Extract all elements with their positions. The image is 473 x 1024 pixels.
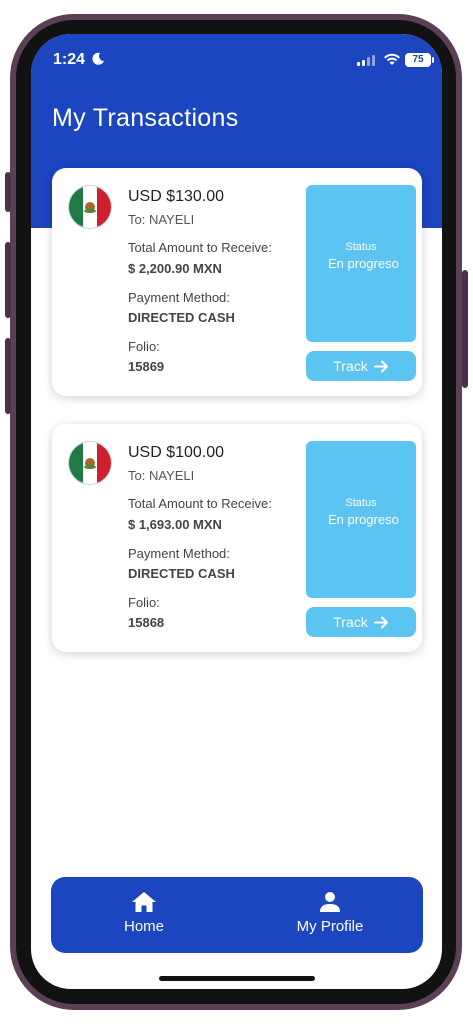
status-box: Status En progreso	[306, 441, 416, 598]
payment-method-label: Payment Method:	[128, 546, 230, 561]
moon-icon	[92, 52, 104, 65]
total-amount-value: $ 2,200.90 MXN	[128, 261, 222, 276]
bottom-nav: Home My Profile	[51, 877, 423, 953]
folio-value: 15868	[128, 615, 165, 630]
track-label: Track	[333, 358, 368, 374]
total-amount-label: Total Amount to Receive:	[128, 496, 272, 511]
recipient-name: To: NAYELI	[128, 468, 195, 483]
payment-method-value: DIRECTED CASH	[128, 566, 235, 581]
nav-profile[interactable]: My Profile	[260, 891, 400, 935]
transaction-card: USD $100.00 To: NAYELI Total Amount to R…	[52, 424, 422, 652]
home-icon	[132, 892, 156, 912]
status-label: Status	[345, 497, 377, 509]
status-value: En progreso	[328, 512, 399, 527]
battery-indicator: 75	[405, 53, 431, 67]
nav-home-label: Home	[123, 918, 164, 935]
mexico-flag-icon	[68, 185, 112, 229]
app-screen: 1:24 75 My Transactions USD $130.00 To: …	[31, 34, 442, 989]
transaction-amount: USD $130.00	[128, 188, 225, 205]
home-indicator	[159, 976, 315, 981]
status-label: Status	[345, 241, 377, 253]
battery-tip	[432, 57, 434, 63]
transaction-amount: USD $100.00	[128, 444, 225, 461]
person-icon	[320, 892, 340, 912]
clock: 1:24	[53, 51, 86, 68]
total-amount-value: $ 1,693.00 MXN	[128, 517, 222, 532]
status-box: Status En progreso	[306, 185, 416, 342]
payment-method-label: Payment Method:	[128, 290, 230, 305]
signal-icon	[357, 55, 375, 66]
status-bar: 1:24 75	[31, 34, 442, 84]
payment-method-value: DIRECTED CASH	[128, 310, 235, 325]
folio-value: 15869	[128, 359, 165, 374]
folio-label: Folio:	[128, 339, 160, 354]
nav-home[interactable]: Home	[74, 891, 214, 935]
status-value: En progreso	[328, 256, 399, 271]
silent-switch	[5, 172, 11, 212]
nav-profile-label: My Profile	[296, 918, 364, 935]
arrow-right-icon	[373, 360, 388, 372]
transaction-card: USD $130.00 To: NAYELI Total Amount to R…	[52, 168, 422, 396]
track-button[interactable]: Track	[306, 607, 416, 637]
page-title: My Transactions	[52, 104, 239, 132]
folio-label: Folio:	[128, 595, 160, 610]
wifi-icon	[384, 53, 400, 65]
track-label: Track	[333, 614, 368, 630]
track-button[interactable]: Track	[306, 351, 416, 381]
power-button	[462, 270, 468, 388]
volume-up-button	[5, 242, 11, 318]
recipient-name: To: NAYELI	[128, 212, 195, 227]
arrow-right-icon	[373, 616, 388, 628]
volume-down-button	[5, 338, 11, 414]
total-amount-label: Total Amount to Receive:	[128, 240, 272, 255]
mexico-flag-icon	[68, 441, 112, 485]
